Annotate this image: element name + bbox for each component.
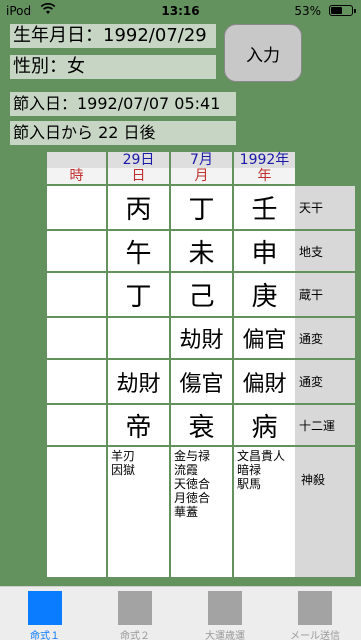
tab-label: 命式２	[120, 631, 150, 640]
header-top-month: 7月	[171, 152, 232, 168]
shinsatsu-item: 金与禄	[174, 449, 211, 463]
row-label-tsuhen-1: 通変	[295, 318, 355, 358]
status-bar: iPod 13:16 53%	[0, 0, 361, 22]
row-label-shinsatsu: 神殺	[295, 447, 355, 577]
birth-date-field: 生年月日：1992/07/29	[10, 24, 216, 48]
enter-button[interactable]: 入力	[224, 24, 302, 82]
gender-field: 性別：女	[10, 55, 216, 79]
battery-icon	[329, 5, 356, 16]
row-label-tenkan: 天干	[295, 186, 355, 229]
tab-bar: 命式１ 命式２ 大運歳運 メール送信	[0, 586, 361, 640]
tab-meishiki-2-icon	[118, 591, 152, 625]
tab-taiun-saiun[interactable]: 大運歳運	[180, 587, 270, 640]
shinsatsu-item: 駅馬	[237, 477, 262, 491]
tab-mail-send-icon	[298, 591, 332, 625]
tab-meishiki-1[interactable]: 命式１	[0, 587, 90, 640]
cell-month-tsuhen-1: 劫財	[171, 318, 232, 358]
header-year: 年	[234, 168, 295, 184]
cell-day-shinsatsu: 羊刃 因獄	[108, 447, 169, 577]
row-label-tsuhen-2: 通変	[295, 360, 355, 403]
cell-year-juniun: 病	[234, 405, 295, 445]
cell-hour-zoukan	[47, 273, 106, 316]
cell-month-zoukan: 己	[171, 273, 232, 316]
row-label-juniun: 十二運	[295, 405, 355, 445]
shinsatsu-item: 羊刃	[111, 449, 136, 463]
shinsatsu-item: 暗禄	[237, 463, 262, 477]
cell-day-chishi: 午	[108, 231, 169, 271]
shinsatsu-item: 流霞	[174, 463, 199, 477]
cell-year-tsuhen-2: 偏財	[234, 360, 295, 403]
header-top-year: 1992年	[234, 152, 295, 168]
cell-month-chishi: 未	[171, 231, 232, 271]
tab-meishiki-2[interactable]: 命式２	[90, 587, 180, 640]
tab-taiun-saiun-icon	[208, 591, 242, 625]
cell-hour-tenkan	[47, 186, 106, 229]
tab-meishiki-1-icon	[28, 591, 62, 625]
row-label-zoukan: 蔵干	[295, 273, 355, 316]
cell-day-zoukan: 丁	[108, 273, 169, 316]
shinsatsu-item: 因獄	[111, 463, 136, 477]
tab-mail-send[interactable]: メール送信	[270, 587, 360, 640]
cell-day-tsuhen-1	[108, 318, 169, 358]
header-hour: 時	[47, 168, 106, 184]
header-month: 月	[171, 168, 232, 184]
cell-hour-tsuhen-1	[47, 318, 106, 358]
cell-hour-chishi	[47, 231, 106, 271]
cell-month-tsuhen-2: 傷官	[171, 360, 232, 403]
cell-month-shinsatsu: 金与禄 流霞 天徳合 月徳合 華蓋	[171, 447, 232, 577]
cell-month-juniun: 衰	[171, 405, 232, 445]
battery-percent: 53%	[294, 4, 321, 18]
cell-hour-juniun	[47, 405, 106, 445]
cell-year-tsuhen-1: 偏官	[234, 318, 295, 358]
cell-year-tenkan: 壬	[234, 186, 295, 229]
cell-year-chishi: 申	[234, 231, 295, 271]
row-label-chishi: 地支	[295, 231, 355, 271]
setsu-days-field: 節入日から 22 日後	[10, 121, 236, 145]
cell-month-tenkan: 丁	[171, 186, 232, 229]
shinsatsu-item: 華蓋	[174, 505, 199, 519]
cell-year-shinsatsu: 文昌貴人 暗禄 駅馬	[234, 447, 295, 577]
setsu-date-field: 節入日：1992/07/07 05:41	[10, 92, 236, 116]
cell-hour-shinsatsu	[47, 447, 106, 577]
tab-label: メール送信	[290, 631, 340, 640]
header-day: 日	[108, 168, 169, 184]
header-top-day: 29日	[108, 152, 169, 168]
shinsatsu-item: 文昌貴人	[237, 449, 286, 463]
cell-day-tenkan: 丙	[108, 186, 169, 229]
cell-year-zoukan: 庚	[234, 273, 295, 316]
cell-day-tsuhen-2: 劫財	[108, 360, 169, 403]
cell-hour-tsuhen-2	[47, 360, 106, 403]
tab-label: 命式１	[30, 631, 60, 640]
cell-day-juniun: 帝	[108, 405, 169, 445]
header-top-hour	[47, 152, 106, 168]
shinsatsu-item: 天徳合	[174, 477, 211, 491]
tab-label: 大運歳運	[205, 631, 245, 640]
shinsatsu-item: 月徳合	[174, 491, 211, 505]
